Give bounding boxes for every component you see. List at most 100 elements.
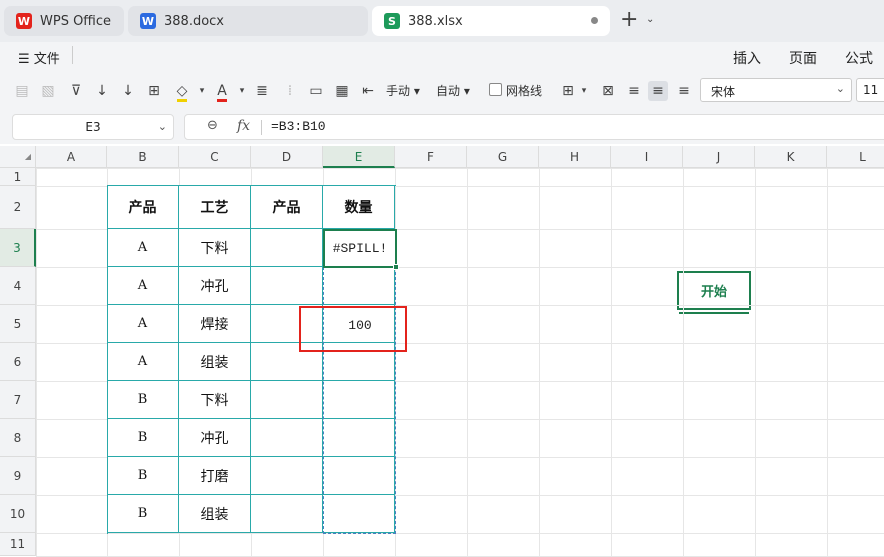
- font-color-icon[interactable]: A: [212, 81, 232, 102]
- font-name-select[interactable]: 宋体 ⌄: [700, 78, 852, 102]
- table-cell[interactable]: [323, 381, 395, 419]
- wrap-text-icon[interactable]: ≣: [252, 81, 272, 101]
- page-break-dropdown[interactable]: 手动 ▾: [386, 82, 420, 99]
- merge-cells-icon[interactable]: ⁞: [280, 81, 300, 101]
- table-cell[interactable]: 下料: [179, 381, 251, 419]
- row-header-10[interactable]: 10: [0, 495, 36, 533]
- tab-docx[interactable]: W 388.docx: [128, 6, 368, 36]
- row-header-4[interactable]: 4: [0, 267, 36, 305]
- tab-wps-office[interactable]: W WPS Office: [4, 6, 124, 36]
- table-cell[interactable]: [323, 419, 395, 457]
- fill-handle[interactable]: [393, 264, 399, 270]
- column-header-j[interactable]: J: [683, 146, 755, 168]
- table-cell[interactable]: B: [107, 381, 179, 419]
- freeze-panes-icon[interactable]: ⇤: [358, 81, 378, 101]
- table-cell[interactable]: B: [107, 419, 179, 457]
- file-menu[interactable]: ☰ 文件: [18, 48, 60, 67]
- table-cell[interactable]: B: [107, 457, 179, 495]
- cell-e5[interactable]: 100: [324, 306, 396, 344]
- column-header-k[interactable]: K: [755, 146, 827, 168]
- new-tab-plus-icon[interactable]: +: [620, 9, 638, 31]
- column-header-d[interactable]: D: [251, 146, 323, 168]
- row-header-9[interactable]: 9: [0, 457, 36, 495]
- column-header-g[interactable]: G: [467, 146, 539, 168]
- table-cell[interactable]: [323, 267, 395, 305]
- row-header-6[interactable]: 6: [0, 343, 36, 381]
- clear-format-icon[interactable]: ⊠: [598, 81, 618, 101]
- name-box[interactable]: E3 ⌄: [12, 114, 174, 140]
- table-cell[interactable]: 焊接: [179, 305, 251, 343]
- table-cell[interactable]: [323, 457, 395, 495]
- paste-values-icon[interactable]: ▤: [12, 81, 32, 101]
- row-header-2[interactable]: 2: [0, 186, 36, 229]
- ribbon-tab-formula[interactable]: 公式: [845, 48, 873, 68]
- column-header-a[interactable]: A: [36, 146, 107, 168]
- table-cell[interactable]: 组装: [179, 343, 251, 381]
- text-box-icon[interactable]: ▭: [306, 81, 326, 101]
- table-cell[interactable]: A: [107, 229, 179, 267]
- sort-ascending-icon[interactable]: ↓: [92, 81, 112, 101]
- chevron-down-icon[interactable]: ▾: [192, 81, 212, 101]
- row-header-11[interactable]: 11: [0, 533, 36, 556]
- auto-dropdown[interactable]: 自动 ▾: [436, 82, 470, 99]
- table-cell[interactable]: [251, 343, 323, 381]
- table-cell[interactable]: [251, 267, 323, 305]
- ribbon-tab-insert[interactable]: 插入: [733, 48, 761, 68]
- table-cell[interactable]: [251, 381, 323, 419]
- column-header-c[interactable]: C: [179, 146, 251, 168]
- column-header-i[interactable]: I: [611, 146, 683, 168]
- table-cell[interactable]: [251, 305, 323, 343]
- zoom-icon[interactable]: ⊖: [207, 118, 218, 133]
- table-cell[interactable]: 组装: [179, 495, 251, 533]
- chevron-down-icon[interactable]: ▾: [574, 81, 594, 101]
- table-header-cell[interactable]: 工艺: [179, 186, 251, 229]
- table-cell[interactable]: 打磨: [179, 457, 251, 495]
- table-cell[interactable]: [323, 495, 395, 533]
- table-cell[interactable]: A: [107, 343, 179, 381]
- table-header-cell[interactable]: 数量: [323, 186, 395, 229]
- table-style-icon[interactable]: ▦: [332, 81, 352, 101]
- chevron-down-icon[interactable]: ⌄: [646, 14, 654, 25]
- row-header-3[interactable]: 3: [0, 229, 36, 267]
- select-all-corner[interactable]: ◢: [0, 146, 36, 168]
- formula-input-area[interactable]: ⊖ fx =B3:B10: [184, 114, 884, 140]
- align-right-icon[interactable]: ≡: [674, 81, 694, 101]
- filter-icon[interactable]: ⊽: [66, 81, 86, 101]
- table-cell[interactable]: A: [107, 267, 179, 305]
- formula-text[interactable]: =B3:B10: [271, 119, 326, 134]
- column-header-l[interactable]: L: [827, 146, 884, 168]
- chevron-down-icon[interactable]: ▾: [232, 81, 252, 101]
- font-size-select[interactable]: 11: [856, 78, 884, 102]
- gridlines-checkbox[interactable]: [489, 83, 502, 96]
- table-header-cell[interactable]: 产品: [251, 186, 323, 229]
- table-cell[interactable]: 冲孔: [179, 419, 251, 457]
- table-cell[interactable]: 冲孔: [179, 267, 251, 305]
- table-cell[interactable]: [323, 343, 395, 381]
- borders-icon[interactable]: ⊞: [144, 81, 164, 101]
- align-center-icon[interactable]: ≡: [648, 81, 668, 101]
- format-painter-icon[interactable]: ▧: [38, 81, 58, 101]
- table-header-cell[interactable]: 产品: [107, 186, 179, 229]
- ribbon-tab-page[interactable]: 页面: [789, 48, 817, 68]
- column-header-h[interactable]: H: [539, 146, 611, 168]
- table-cell[interactable]: [251, 229, 323, 267]
- row-header-1[interactable]: 1: [0, 168, 36, 186]
- table-cell[interactable]: [251, 495, 323, 533]
- table-cell[interactable]: [251, 419, 323, 457]
- table-cell[interactable]: [251, 457, 323, 495]
- column-header-e[interactable]: E: [323, 146, 395, 168]
- gridlines-label[interactable]: 网格线: [506, 82, 542, 99]
- function-icon[interactable]: fx: [237, 118, 250, 134]
- active-cell-e3[interactable]: #SPILL!: [323, 229, 397, 268]
- row-header-8[interactable]: 8: [0, 419, 36, 457]
- row-header-7[interactable]: 7: [0, 381, 36, 419]
- column-header-f[interactable]: F: [395, 146, 467, 168]
- sort-descending-icon[interactable]: ↓: [118, 81, 138, 101]
- row-header-5[interactable]: 5: [0, 305, 36, 343]
- fill-color-icon[interactable]: ◇: [172, 81, 192, 102]
- table-cell[interactable]: B: [107, 495, 179, 533]
- tab-xlsx[interactable]: S 388.xlsx: [372, 6, 610, 36]
- align-left-icon[interactable]: ≡: [624, 81, 644, 101]
- table-cell[interactable]: A: [107, 305, 179, 343]
- table-cell[interactable]: 下料: [179, 229, 251, 267]
